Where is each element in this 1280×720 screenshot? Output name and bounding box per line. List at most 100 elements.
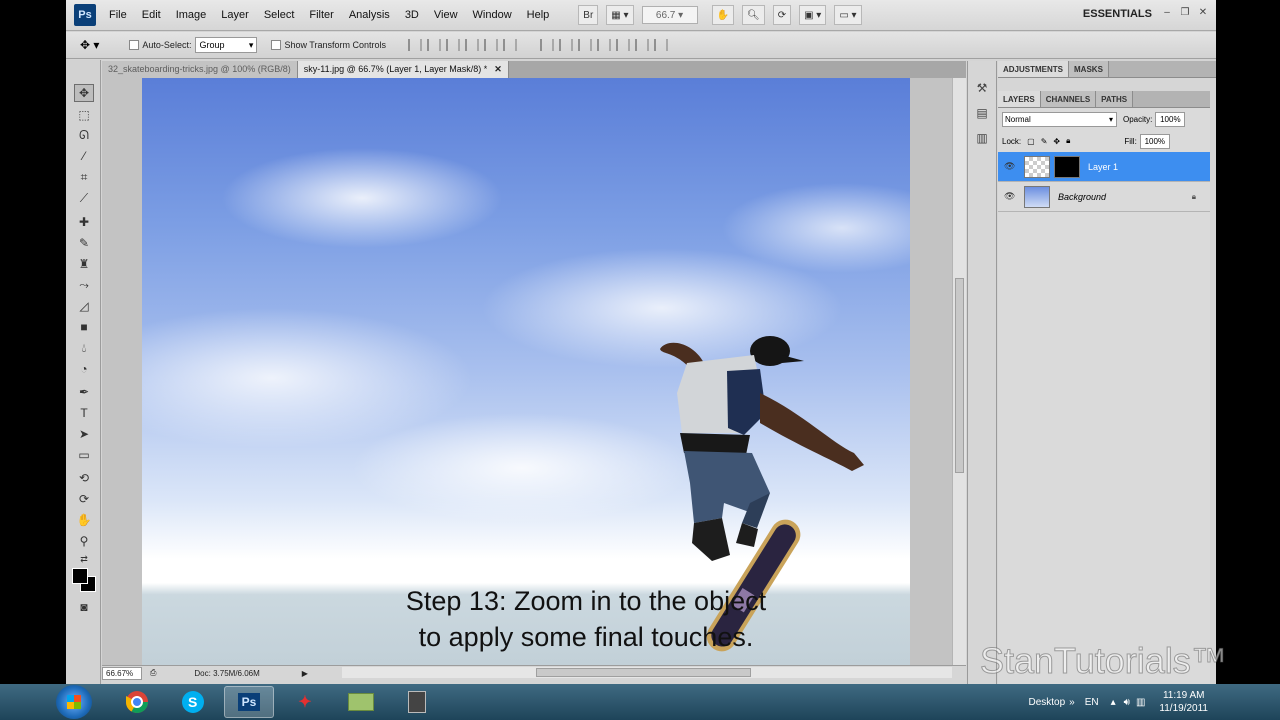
distribute-bottom-icon[interactable] <box>578 39 592 51</box>
tab-adjustments[interactable]: ADJUSTMENTS <box>998 61 1070 77</box>
menu-analysis[interactable]: Analysis <box>349 9 390 21</box>
distribute-left-icon[interactable] <box>597 39 611 51</box>
volume-icon[interactable]: 🔊︎ <box>1124 697 1130 708</box>
menu-file[interactable]: File <box>109 9 127 21</box>
tab-sky-11[interactable]: sky-11.jpg @ 66.7% (Layer 1, Layer Mask/… <box>297 61 509 78</box>
blend-mode-dropdown[interactable]: Normal <box>1002 111 1117 127</box>
lock-position-icon[interactable]: ✥ <box>1053 137 1060 146</box>
dodge-icon[interactable]: ◔ <box>74 360 94 378</box>
align-hcenter-icon[interactable] <box>484 39 498 51</box>
bridge-button[interactable]: Br <box>578 5 599 25</box>
tab-masks[interactable]: MASKS <box>1069 61 1109 77</box>
menu-help[interactable]: Help <box>527 9 550 21</box>
lasso-icon[interactable]: ᘏ <box>74 126 94 144</box>
clone-stamp-icon[interactable]: ♜ <box>74 255 94 273</box>
shape-icon[interactable]: ▭ <box>74 446 94 464</box>
arrange-documents-button[interactable]: ▣ ▾ <box>799 5 827 25</box>
status-menu-arrow-icon[interactable]: ▶ <box>302 669 308 678</box>
type-icon[interactable]: T <box>74 404 94 422</box>
vertical-scroll-thumb[interactable] <box>955 278 964 473</box>
horizontal-scroll-thumb[interactable] <box>536 668 751 677</box>
clock[interactable]: 11:19 AM 11/19/2011 <box>1159 689 1208 715</box>
desktop-toolbar[interactable]: Desktop <box>1028 697 1065 708</box>
hand-icon[interactable]: ✋ <box>74 511 94 529</box>
zoom-icon[interactable]: ⚲ <box>74 532 94 550</box>
gradient-icon[interactable]: ■ <box>74 318 94 336</box>
distribute-top-icon[interactable] <box>540 39 554 51</box>
align-left-icon[interactable] <box>465 39 479 51</box>
network-icon[interactable]: ▥ <box>1136 697 1145 708</box>
start-button[interactable] <box>56 685 92 719</box>
skype-taskbar-button[interactable]: S <box>168 686 218 718</box>
align-bottom-icon[interactable] <box>446 39 460 51</box>
lock-pixels-icon[interactable]: ✎ <box>1041 137 1048 146</box>
quick-mask-icon[interactable]: ◙ <box>74 598 94 616</box>
opacity-field[interactable]: 100% <box>1155 111 1186 127</box>
brushes-icon[interactable]: ▤ <box>972 106 992 126</box>
fill-field[interactable]: 100% <box>1139 133 1170 149</box>
clone-source-icon[interactable]: ▥ <box>972 131 992 151</box>
menu-layer[interactable]: Layer <box>221 9 249 21</box>
status-zoom-field[interactable]: 66.67% <box>102 666 142 680</box>
move-icon[interactable]: ✥ <box>74 84 94 102</box>
app-taskbar-button-red[interactable]: ✦ <box>280 686 330 718</box>
path-selection-icon[interactable]: ➤ <box>74 425 94 443</box>
language-indicator[interactable]: EN <box>1085 697 1099 708</box>
workspace-switcher[interactable]: ESSENTIALS <box>1083 8 1152 20</box>
status-info-icon[interactable]: ⎙ <box>150 668 156 678</box>
menu-edit[interactable]: Edit <box>142 9 161 21</box>
document-image[interactable]: Step 13: Zoom in to the object to apply … <box>142 78 910 665</box>
align-right-icon[interactable] <box>503 39 517 51</box>
recorder-taskbar-button[interactable] <box>392 686 442 718</box>
brush-icon[interactable]: ✎ <box>74 234 94 252</box>
eraser-icon[interactable]: ◿ <box>74 297 94 315</box>
restore-icon[interactable]: ❐ <box>1178 6 1192 20</box>
distribute-hcenter-icon[interactable] <box>616 39 630 51</box>
tray-arrow-icon[interactable]: ▴ <box>1111 697 1116 708</box>
pen-icon[interactable]: ✒ <box>74 383 94 401</box>
screen-mode-button[interactable]: ▭ ▾ <box>834 5 862 25</box>
rotate-view-button[interactable]: ⟳ <box>772 5 792 25</box>
vertical-scrollbar[interactable] <box>952 78 966 665</box>
marquee-icon[interactable]: ⬚ <box>74 106 94 124</box>
lock-transparent-icon[interactable]: ▢ <box>1027 137 1035 146</box>
layer-row-layer-1[interactable]: 👁︎ Layer 1 <box>998 152 1210 182</box>
3d-rotate-icon[interactable]: ⟲ <box>74 469 94 487</box>
chrome-taskbar-button[interactable] <box>112 686 162 718</box>
foreground-color-swatch[interactable] <box>72 568 88 584</box>
tab-layers[interactable]: LAYERS <box>998 91 1041 107</box>
tab-channels[interactable]: CHANNELS <box>1040 91 1097 107</box>
lock-all-icon[interactable]: 🔒︎ <box>1066 136 1070 146</box>
zoom-tool-button[interactable]: 🔍︎ <box>741 5 765 25</box>
healing-brush-icon[interactable]: ✚ <box>74 213 94 231</box>
tool-presets-icon[interactable]: ⚒ <box>972 81 992 101</box>
close-tab-icon[interactable]: ✕ <box>494 64 502 74</box>
canvas-area[interactable]: Step 13: Zoom in to the object to apply … <box>102 78 952 665</box>
auto-select-checkbox[interactable] <box>129 40 140 50</box>
hand-tool-button[interactable]: ✋ <box>711 5 734 25</box>
auto-select-dropdown[interactable]: Group <box>195 37 258 53</box>
notes-taskbar-button[interactable] <box>336 686 386 718</box>
zoom-level-field[interactable]: 66.7 ▾ <box>641 6 698 24</box>
visibility-eye-icon[interactable]: 👁︎ <box>1004 161 1020 172</box>
visibility-eye-icon[interactable]: 👁︎ <box>1004 191 1020 202</box>
layer-mask-thumbnail[interactable] <box>1054 155 1080 178</box>
distribute-right-icon[interactable] <box>635 39 649 51</box>
photoshop-taskbar-button[interactable]: Ps <box>224 686 274 718</box>
swap-colors-icon[interactable]: ⇄ <box>74 550 94 568</box>
auto-align-icon[interactable] <box>654 39 668 51</box>
menu-select[interactable]: Select <box>264 9 295 21</box>
distribute-vcenter-icon[interactable] <box>559 39 573 51</box>
3d-orbit-icon[interactable]: ⟳ <box>74 490 94 508</box>
extras-button[interactable]: ▦ ▾ <box>606 5 634 25</box>
menu-window[interactable]: Window <box>473 9 512 21</box>
menu-3d[interactable]: 3D <box>405 9 419 21</box>
ps-logo-icon[interactable]: Ps <box>74 4 96 26</box>
align-vcenter-icon[interactable] <box>427 39 441 51</box>
horizontal-scrollbar[interactable] <box>342 667 952 678</box>
align-top-icon[interactable] <box>408 39 422 51</box>
eyedropper-icon[interactable]: ⟋ <box>74 189 94 207</box>
show-transform-checkbox[interactable] <box>271 40 282 50</box>
history-brush-icon[interactable]: ⤳ <box>74 276 94 294</box>
toolbar-expand-icon[interactable]: » <box>1069 697 1075 708</box>
